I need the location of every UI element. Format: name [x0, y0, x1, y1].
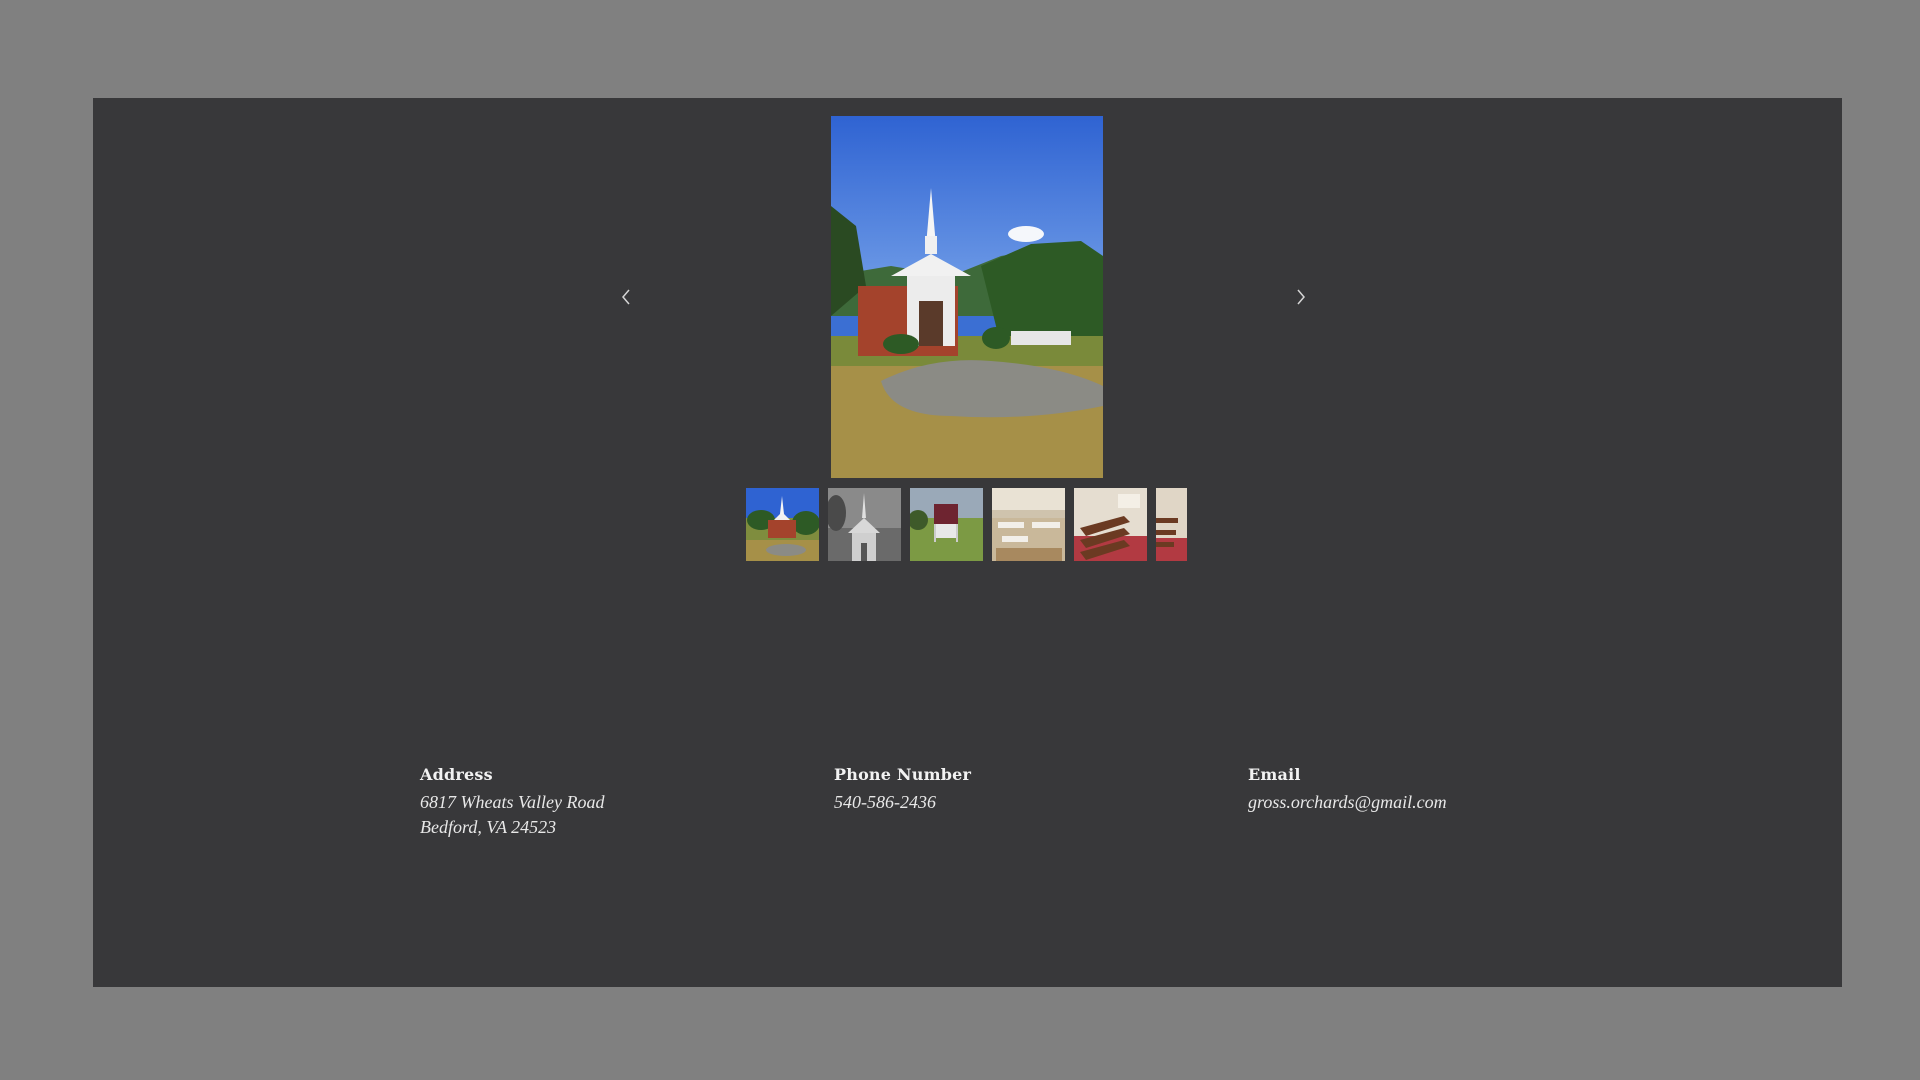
content-panel: Address 6817 Wheats Valley Road Bedford,…: [93, 98, 1842, 987]
gallery-thumbnail-strip: [746, 488, 1188, 561]
chevron-left-icon: [622, 289, 630, 305]
address-label: Address: [420, 765, 493, 784]
email-value[interactable]: gross.orchards@gmail.com: [1248, 790, 1447, 815]
contact-address: Address 6817 Wheats Valley Road Bedford,…: [420, 765, 604, 840]
contact-email: Email gross.orchards@gmail.com: [1248, 765, 1447, 815]
chevron-right-icon: [1297, 289, 1305, 305]
gallery-main-photo: [831, 116, 1103, 478]
thumbnail-fellowship-hall[interactable]: [992, 488, 1065, 561]
phone-value[interactable]: 540-586-2436: [834, 790, 971, 815]
address-line-2: Bedford, VA 24523: [420, 817, 557, 837]
address-line-1: 6817 Wheats Valley Road: [420, 792, 605, 812]
phone-label: Phone Number: [834, 765, 972, 784]
thumbnail-church-steeple-bw[interactable]: [828, 488, 901, 561]
thumbnail-sanctuary-aisle[interactable]: [1156, 488, 1187, 561]
thumbnail-church-exterior[interactable]: [746, 488, 819, 561]
gallery-next-button[interactable]: [1281, 272, 1321, 322]
thumbnail-sanctuary-pews[interactable]: [1074, 488, 1147, 561]
thumbnail-church-sign[interactable]: [910, 488, 983, 561]
email-label: Email: [1248, 765, 1301, 784]
contact-phone: Phone Number 540-586-2436: [834, 765, 971, 815]
gallery-prev-button[interactable]: [606, 272, 646, 322]
